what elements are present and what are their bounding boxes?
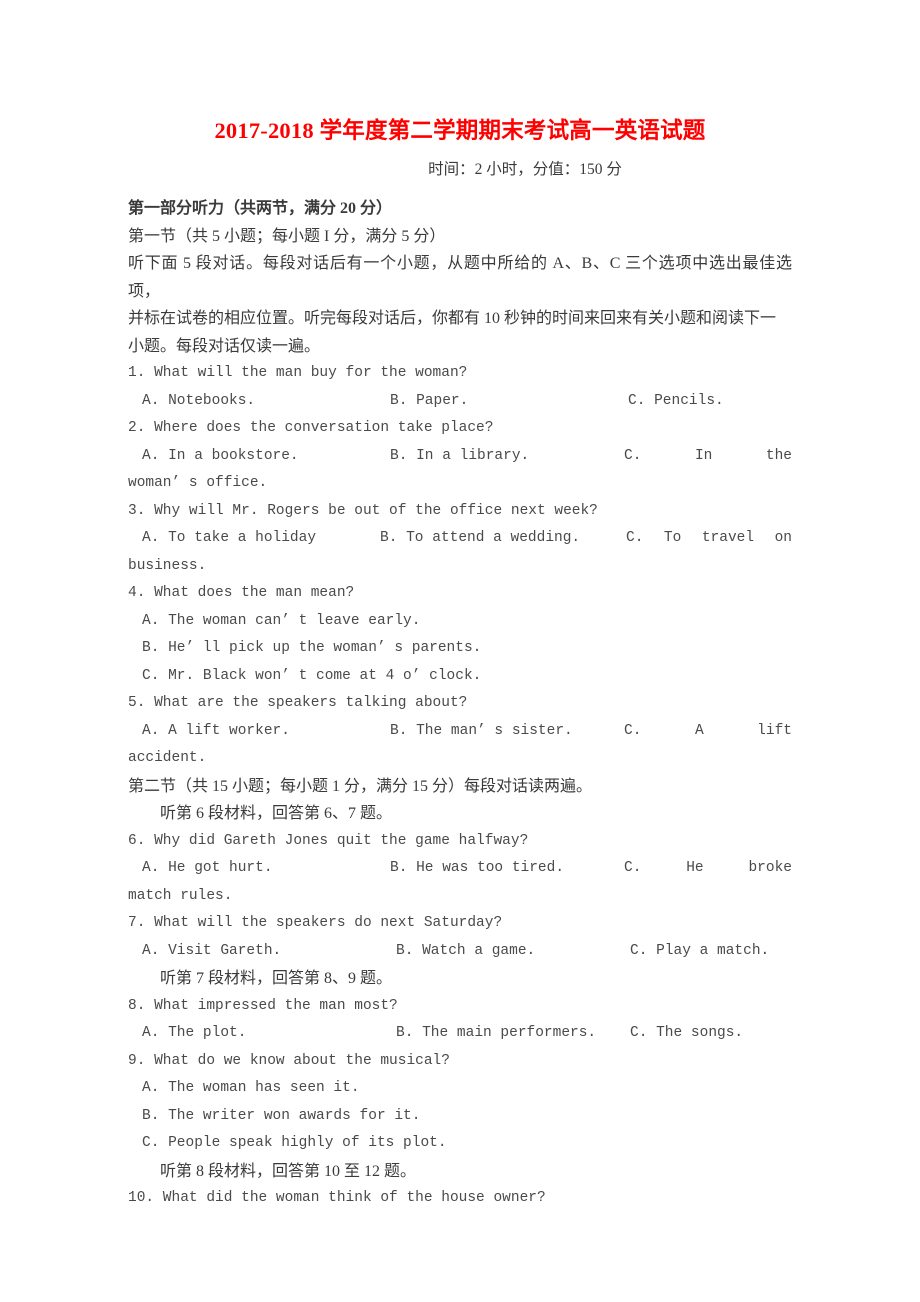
question-8-text: 8. What impressed the man most? — [128, 997, 398, 1014]
question-9-option-c[interactable]: C. People speak highly of its plot. — [128, 1130, 792, 1158]
question-4-option-b[interactable]: B. He’ ll pick up the woman’ s parents. — [128, 635, 792, 663]
question-2-option-a[interactable]: A. In a bookstore. — [142, 443, 299, 471]
question-6-option-b[interactable]: B. He was too tired. — [390, 855, 564, 883]
exam-duration-score: 时间：2 小时，分值：150 分 — [428, 161, 622, 178]
question-5-option-c-word-2: A — [694, 722, 704, 739]
question-2-option-c-word-3: the — [765, 447, 792, 464]
material-prompt-6: 听第 6 段材料，回答第 6、7 题。 — [160, 805, 393, 822]
section-one-heading: 第一节（共 5 小题；每小题 I 分，满分 5 分） — [128, 227, 446, 245]
question-5-option-b[interactable]: B. The man’ s sister. — [390, 718, 573, 746]
question-3-option-c-word-4: on — [774, 530, 792, 546]
question-5-option-c[interactable]: C. A lift — [624, 718, 792, 746]
question-1-option-c[interactable]: C. Pencils. — [628, 388, 724, 416]
question-3-option-c-word-1: C. — [626, 530, 644, 546]
question-2-options: A. In a bookstore. B. In a library. C. I… — [128, 443, 792, 471]
question-1-options: A. Notebooks. B. Paper. C. Pencils. — [128, 388, 792, 416]
question-3-option-b[interactable]: B. To attend a wedding. — [380, 525, 580, 553]
question-3-options: A. To take a holiday B. To attend a wedd… — [128, 525, 792, 553]
question-8-option-b[interactable]: B. The main performers. — [396, 1020, 596, 1048]
section-two-heading: 第二节（共 15 小题；每小题 1 分，满分 15 分）每段对话读两遍。 — [128, 777, 593, 795]
question-2-option-c-word-2: In — [694, 447, 713, 464]
section-one-instructions-line-1: 听下面 5 段对话。每段对话后有一个小题，从题中所给的 A、B、C 三个选项中选… — [128, 255, 792, 300]
question-3-option-c[interactable]: C. To travel on — [626, 525, 792, 553]
question-6-options: A. He got hurt. B. He was too tired. C. … — [128, 855, 792, 883]
question-2-text: 2. Where does the conversation take plac… — [128, 420, 494, 436]
question-2-option-c-continuation: woman’ s office. — [128, 475, 268, 491]
question-5-option-c-continuation: accident. — [128, 750, 207, 766]
question-6-option-c-word-2: He — [686, 860, 704, 876]
question-1-text: 1. What will the man buy for the woman? — [128, 365, 468, 381]
question-5-options: A. A lift worker. B. The man’ s sister. … — [128, 718, 792, 746]
question-5-text: 5. What are the speakers talking about? — [128, 695, 468, 711]
question-2-option-c[interactable]: C. In the — [624, 443, 792, 471]
section-one-instructions-line-2: 并标在试卷的相应位置。听完每段对话后，你都有 10 秒钟的时间来回来有关小题和阅… — [128, 310, 777, 327]
question-7-option-c[interactable]: C. Play a match. — [630, 938, 769, 966]
section-one-instructions-line-3: 小题。每段对话仅读一遍。 — [128, 337, 321, 355]
exam-paper-page: 2017-2018 学年度第二学期期末考试高一英语试题 时间：2 小时，分值：1… — [0, 0, 920, 1302]
question-3-text: 3. Why will Mr. Rogers be out of the off… — [128, 502, 598, 519]
question-8-option-c[interactable]: C. The songs. — [630, 1020, 743, 1048]
question-2-option-c-word-1: C. — [624, 447, 642, 464]
question-9-option-a[interactable]: A. The woman has seen it. — [128, 1075, 792, 1103]
question-7-option-b[interactable]: B. Watch a game. — [396, 938, 535, 966]
question-3-option-a[interactable]: A. To take a holiday — [142, 525, 316, 553]
question-5-option-a[interactable]: A. A lift worker. — [142, 718, 290, 746]
question-7-option-a[interactable]: A. Visit Gareth. — [142, 938, 281, 966]
question-7-options: A. Visit Gareth. B. Watch a game. C. Pla… — [128, 938, 792, 966]
question-10-text: 10. What did the woman think of the hous… — [128, 1190, 546, 1206]
question-3-option-c-word-3: travel — [701, 530, 755, 546]
question-6-option-a[interactable]: A. He got hurt. — [142, 855, 273, 883]
question-3-option-c-word-2: To — [663, 530, 682, 546]
page-title: 2017-2018 学年度第二学期期末考试高一英语试题 — [214, 118, 706, 143]
question-5-option-c-word-1: C. — [624, 722, 642, 739]
question-5-option-c-word-3: lift — [757, 722, 792, 739]
question-6-option-c-word-3: broke — [748, 860, 792, 876]
question-4-option-a[interactable]: A. The woman can’ t leave early. — [128, 608, 792, 636]
question-6-option-c-continuation: match rules. — [128, 887, 233, 904]
question-3-option-c-continuation: business. — [128, 557, 207, 574]
question-4-option-c[interactable]: C. Mr. Black won’ t come at 4 o’ clock. — [128, 663, 792, 691]
question-8-options: A. The plot. B. The main performers. C. … — [128, 1020, 792, 1048]
question-6-text: 6. Why did Gareth Jones quit the game ha… — [128, 832, 529, 849]
question-4-text: 4. What does the man mean? — [128, 585, 355, 601]
question-6-option-c[interactable]: C. He broke — [624, 855, 792, 883]
question-1-option-b[interactable]: B. Paper. — [390, 388, 468, 416]
part-one-heading: 第一部分听力（共两节，满分 20 分） — [128, 200, 393, 217]
question-1-option-a[interactable]: A. Notebooks. — [142, 388, 255, 416]
material-prompt-8: 听第 8 段材料，回答第 10 至 12 题。 — [160, 1162, 417, 1180]
question-7-text: 7. What will the speakers do next Saturd… — [128, 915, 503, 931]
question-6-option-c-word-1: C. — [624, 860, 642, 876]
material-prompt-7: 听第 7 段材料，回答第 8、9 题。 — [160, 970, 393, 987]
document-body: 2017-2018 学年度第二学期期末考试高一英语试题 时间：2 小时，分值：1… — [128, 0, 792, 1213]
question-9-option-b[interactable]: B. The writer won awards for it. — [128, 1103, 792, 1131]
question-9-text: 9. What do we know about the musical? — [128, 1052, 450, 1069]
question-8-option-a[interactable]: A. The plot. — [142, 1020, 246, 1048]
question-2-option-b[interactable]: B. In a library. — [390, 443, 529, 471]
